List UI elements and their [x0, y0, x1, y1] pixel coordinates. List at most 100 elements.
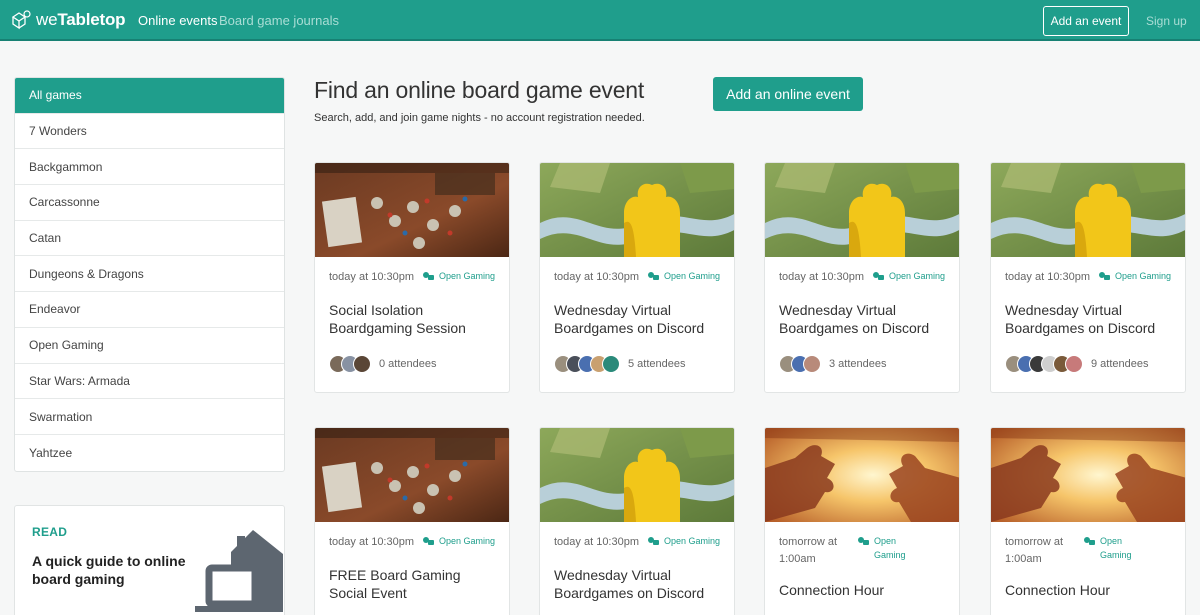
game-pieces-icon: [1084, 537, 1095, 545]
event-meta: tomorrow at 1:00am Open Gaming: [1005, 534, 1140, 568]
attendee-avatar: [1065, 355, 1083, 373]
game-pieces-icon: [648, 537, 660, 545]
event-title[interactable]: FREE Board Gaming Social Event: [329, 566, 499, 602]
guide-card[interactable]: READ A quick guide to online board gamin…: [14, 505, 285, 615]
event-category-label: Open Gaming: [439, 271, 496, 281]
nav-board-game-journals[interactable]: Board game journals: [219, 13, 339, 28]
event-image[interactable]: [540, 163, 734, 257]
event-time: today at 10:30pm: [329, 271, 415, 283]
brand-name: weTabletop: [36, 10, 126, 29]
game-filter-carcassonne[interactable]: Carcassonne: [15, 185, 284, 221]
event-meta: today at 10:30pm Open Gaming: [779, 269, 945, 286]
game-filter-catan[interactable]: Catan: [15, 221, 284, 257]
event-card[interactable]: today at 10:30pm Open Gaming Social Isol…: [314, 162, 510, 393]
event-meta: today at 10:30pm Open Gaming: [329, 269, 495, 286]
game-filter-list: All games 7 Wonders Backgammon Carcasson…: [14, 77, 285, 472]
guide-title[interactable]: A quick guide to online board gaming: [32, 552, 192, 588]
event-meta: today at 10:30pm Open Gaming: [554, 269, 720, 286]
event-category[interactable]: Open Gaming: [647, 269, 720, 283]
event-category[interactable]: Open Gaming: [422, 269, 495, 283]
event-title[interactable]: Wednesday Virtual Boardgames on Discord: [554, 566, 724, 602]
event-category[interactable]: Open Gaming: [422, 534, 495, 548]
game-pieces-icon: [873, 272, 885, 280]
event-image[interactable]: [315, 428, 509, 522]
brand-logo[interactable]: weTabletop: [10, 9, 126, 31]
event-title[interactable]: Connection Hour: [779, 581, 949, 599]
event-category[interactable]: Open Gaming: [1098, 269, 1171, 283]
house-laptop-illustration-icon: [195, 530, 283, 612]
event-meta: today at 10:30pm Open Gaming: [1005, 269, 1171, 286]
event-category[interactable]: Open Gaming: [857, 534, 914, 562]
attendee-avatars: [779, 355, 821, 373]
event-meta: tomorrow at 1:00am Open Gaming: [779, 534, 914, 568]
game-filter-star-wars-armada[interactable]: Star Wars: Armada: [15, 364, 284, 400]
attendee-avatars: [554, 355, 620, 373]
event-image[interactable]: [315, 163, 509, 257]
event-category[interactable]: Open Gaming: [1083, 534, 1140, 562]
event-category-label: Open Gaming: [889, 271, 946, 281]
attendee-avatars: [1005, 355, 1083, 373]
event-card[interactable]: today at 10:30pm Open Gaming Wednesday V…: [539, 427, 735, 615]
game-pieces-icon: [1099, 272, 1111, 280]
event-image[interactable]: [765, 163, 959, 257]
game-filter-swarmation[interactable]: Swarmation: [15, 399, 284, 435]
event-time: today at 10:30pm: [554, 271, 640, 283]
event-meta: today at 10:30pm Open Gaming: [329, 534, 495, 551]
event-attendees: 0 attendees: [329, 355, 437, 373]
add-event-button[interactable]: Add an event: [1043, 6, 1129, 36]
attendee-avatar: [803, 355, 821, 373]
event-category[interactable]: Open Gaming: [647, 534, 720, 548]
page-subtitle: Search, add, and join game nights - no a…: [314, 112, 645, 124]
event-card[interactable]: today at 10:30pm Open Gaming FREE Board …: [314, 427, 510, 615]
game-filter-yahtzee[interactable]: Yahtzee: [15, 435, 284, 471]
event-title[interactable]: Wednesday Virtual Boardgames on Discord: [554, 301, 724, 337]
event-category-label: Open Gaming: [664, 271, 721, 281]
game-filter-endeavor[interactable]: Endeavor: [15, 292, 284, 328]
event-image[interactable]: [991, 163, 1185, 257]
event-category-label: Open Gaming: [874, 536, 906, 560]
event-card[interactable]: today at 10:30pm Open Gaming Wednesday V…: [990, 162, 1186, 393]
game-filter-dungeons-dragons[interactable]: Dungeons & Dragons: [15, 256, 284, 293]
game-filter-all[interactable]: All games: [15, 78, 284, 114]
page-title: Find an online board game event: [314, 77, 645, 103]
nav-online-events[interactable]: Online events: [138, 13, 218, 28]
event-category-label: Open Gaming: [1100, 536, 1132, 560]
attendee-count: 3 attendees: [829, 358, 887, 370]
event-attendees: 9 attendees: [1005, 355, 1149, 373]
event-image[interactable]: [765, 428, 959, 522]
event-attendees: 5 attendees: [554, 355, 686, 373]
attendee-avatar: [353, 355, 371, 373]
event-card[interactable]: tomorrow at 1:00am Open Gaming Connectio…: [990, 427, 1186, 615]
attendee-count: 9 attendees: [1091, 358, 1149, 370]
event-title[interactable]: Connection Hour: [1005, 581, 1175, 599]
event-card[interactable]: today at 10:30pm Open Gaming Wednesday V…: [764, 162, 960, 393]
event-card[interactable]: today at 10:30pm Open Gaming Wednesday V…: [539, 162, 735, 393]
event-time: tomorrow at 1:00am: [1005, 536, 1064, 565]
event-title[interactable]: Social Isolation Boardgaming Session: [329, 301, 499, 337]
attendee-avatars: [329, 355, 371, 373]
add-online-event-button[interactable]: Add an online event: [713, 77, 863, 111]
game-pieces-icon: [858, 537, 869, 545]
event-meta: today at 10:30pm Open Gaming: [554, 534, 720, 551]
game-pieces-icon: [423, 272, 435, 280]
game-filter-backgammon[interactable]: Backgammon: [15, 149, 284, 186]
attendee-count: 0 attendees: [379, 358, 437, 370]
event-category-label: Open Gaming: [664, 536, 721, 546]
game-filter-7-wonders[interactable]: 7 Wonders: [15, 114, 284, 150]
game-filter-open-gaming[interactable]: Open Gaming: [15, 328, 284, 364]
top-navbar: weTabletop Online events Board game jour…: [0, 0, 1200, 41]
event-image[interactable]: [991, 428, 1185, 522]
event-title[interactable]: Wednesday Virtual Boardgames on Discord: [1005, 301, 1175, 337]
sign-up-link[interactable]: Sign up: [1146, 14, 1187, 28]
event-attendees: 3 attendees: [779, 355, 887, 373]
event-image[interactable]: [540, 428, 734, 522]
attendee-count: 5 attendees: [628, 358, 686, 370]
guide-kicker: READ: [32, 525, 68, 539]
game-pieces-icon: [648, 272, 660, 280]
event-card[interactable]: tomorrow at 1:00am Open Gaming Connectio…: [764, 427, 960, 615]
game-pieces-icon: [423, 537, 435, 545]
event-title[interactable]: Wednesday Virtual Boardgames on Discord: [779, 301, 949, 337]
event-time: tomorrow at 1:00am: [779, 536, 838, 565]
event-category[interactable]: Open Gaming: [872, 269, 945, 283]
event-time: today at 10:30pm: [554, 536, 640, 548]
